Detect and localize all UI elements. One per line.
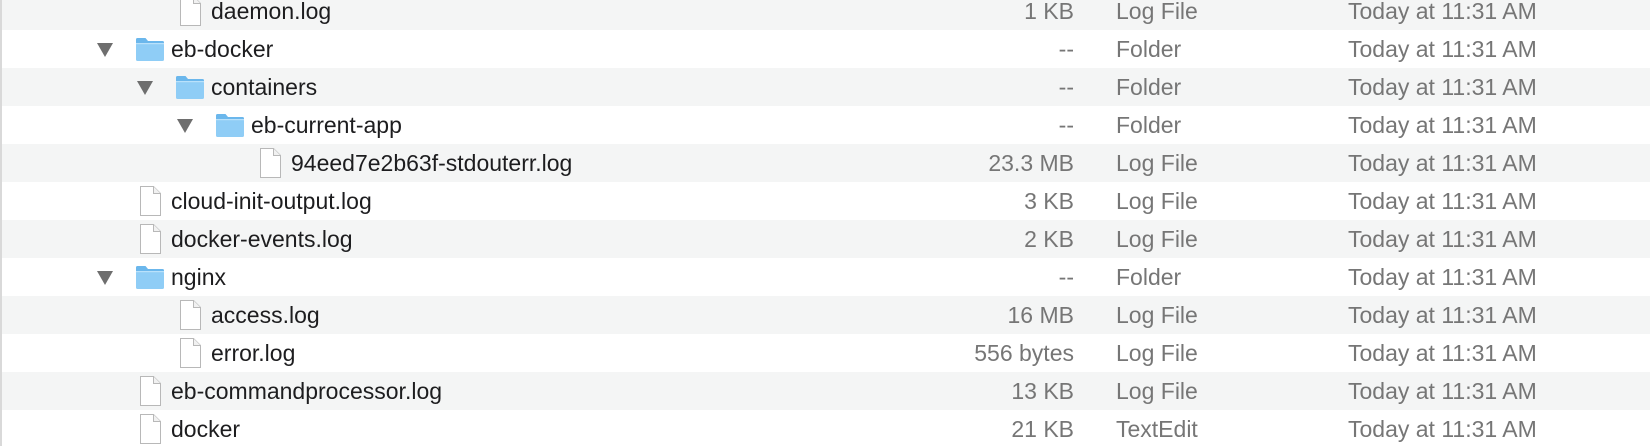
item-size: 16 MB [1007, 302, 1074, 328]
item-date-modified: Today at 11:31 AM [1348, 36, 1537, 62]
item-name: docker [171, 416, 241, 442]
item-size: 1 KB [1024, 0, 1074, 24]
item-kind: Folder [1116, 74, 1182, 100]
item-date-modified: Today at 11:31 AM [1348, 74, 1537, 100]
disclosure-triangle-expanded-icon[interactable] [97, 43, 113, 57]
file-row[interactable]: docker 21 KB TextEdit Today at 11:31 AM [0, 410, 1650, 448]
item-name: cloud-init-output.log [171, 188, 372, 214]
item-date-modified: Today at 11:31 AM [1348, 340, 1537, 366]
item-date-modified: Today at 11:31 AM [1348, 150, 1537, 176]
item-kind: TextEdit [1116, 416, 1198, 442]
item-name: docker-events.log [171, 226, 353, 252]
item-kind: Folder [1116, 36, 1182, 62]
item-name: eb-commandprocessor.log [171, 378, 443, 404]
item-size: 556 bytes [974, 340, 1074, 366]
item-name: 94eed7e2b63f-stdouterr.log [291, 150, 573, 176]
file-row[interactable]: error.log 556 bytes Log File Today at 11:31… [0, 334, 1650, 372]
item-kind: Log File [1116, 302, 1198, 328]
item-kind: Folder [1116, 264, 1182, 290]
item-date-modified: Today at 11:31 AM [1348, 264, 1537, 290]
item-name: error.log [211, 340, 296, 366]
file-row[interactable]: access.log 16 MB Log File Today at 11:31 AM [0, 296, 1650, 334]
document-icon [134, 375, 166, 407]
item-name: containers [211, 74, 318, 100]
item-kind: Log File [1116, 188, 1198, 214]
file-row[interactable]: cloud-init-output.log 3 KB Log File Today a… [0, 182, 1650, 220]
disclosure-triangle-expanded-icon[interactable] [97, 271, 113, 285]
item-size: -- [1058, 264, 1074, 290]
file-row[interactable]: 94eed7e2b63f-stdouterr.log 23.3 MB Log Fil… [0, 144, 1650, 182]
item-size: 23.3 MB [988, 150, 1074, 176]
item-name: nginx [171, 264, 226, 290]
item-size: 13 KB [1011, 378, 1074, 404]
folder-row[interactable]: nginx -- Folder Today at 11:31 AM [0, 258, 1650, 296]
file-row[interactable]: daemon.log 1 KB Log File Today at 11:31 AM [0, 0, 1650, 30]
item-kind: Folder [1116, 112, 1182, 138]
disclosure-triangle-expanded-icon[interactable] [177, 119, 193, 133]
file-row[interactable]: eb-commandprocessor.log 13 KB Log File Toda… [0, 372, 1650, 410]
document-icon [134, 185, 166, 217]
folder-row[interactable]: eb-docker -- Folder Today at 11:31 AM [0, 30, 1650, 68]
item-date-modified: Today at 11:31 AM [1348, 416, 1537, 442]
item-date-modified: Today at 11:31 AM [1348, 112, 1537, 138]
item-date-modified: Today at 11:31 AM [1348, 378, 1537, 404]
document-icon [134, 413, 166, 445]
item-name: access.log [211, 302, 320, 328]
item-size: -- [1058, 36, 1074, 62]
file-row[interactable]: docker-events.log 2 KB Log File Today at 11… [0, 220, 1650, 258]
folder-row[interactable]: containers -- Folder Today at 11:31 AM [0, 68, 1650, 106]
window-left-edge [0, 0, 2, 446]
item-kind: Log File [1116, 226, 1198, 252]
item-kind: Log File [1116, 340, 1198, 366]
item-size: -- [1058, 74, 1074, 100]
item-size: 2 KB [1024, 226, 1074, 252]
document-icon [174, 0, 206, 27]
folder-icon [134, 33, 166, 65]
item-size: 21 KB [1011, 416, 1074, 442]
item-name: eb-docker [171, 36, 274, 62]
item-kind: Log File [1116, 378, 1198, 404]
item-size: 3 KB [1024, 188, 1074, 214]
item-date-modified: Today at 11:31 AM [1348, 188, 1537, 214]
item-date-modified: Today at 11:31 AM [1348, 0, 1537, 24]
document-icon [174, 299, 206, 331]
item-date-modified: Today at 11:31 AM [1348, 302, 1537, 328]
document-icon [254, 147, 286, 179]
item-kind: Log File [1116, 150, 1198, 176]
folder-row[interactable]: eb-current-app -- Folder Today at 11:31 AM [0, 106, 1650, 144]
folder-icon [174, 71, 206, 103]
document-icon [134, 223, 166, 255]
item-date-modified: Today at 11:31 AM [1348, 226, 1537, 252]
item-size: -- [1058, 112, 1074, 138]
document-icon [174, 337, 206, 369]
folder-icon [134, 261, 166, 293]
file-list: daemon.log 1 KB Log File Today at 11:31 AM e… [0, 0, 1650, 448]
item-kind: Log File [1116, 0, 1198, 24]
disclosure-triangle-expanded-icon[interactable] [137, 81, 153, 95]
item-name: eb-current-app [251, 112, 402, 138]
folder-icon [214, 109, 246, 141]
item-name: daemon.log [211, 0, 332, 24]
